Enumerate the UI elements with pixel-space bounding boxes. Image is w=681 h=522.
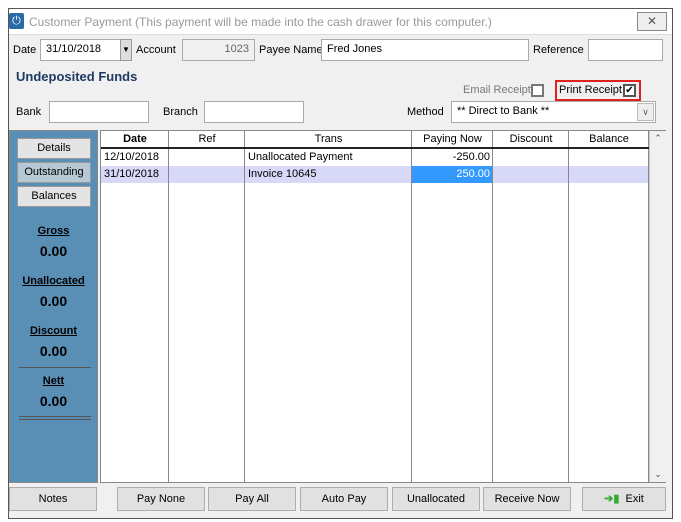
nett-label: Nett — [42, 375, 65, 387]
header-trans[interactable]: Trans — [245, 131, 412, 149]
column — [245, 131, 412, 482]
title-bar: ⏻ Customer Payment (This payment will be… — [9, 9, 672, 35]
row-2-trans[interactable]: Invoice 10645 — [245, 166, 412, 183]
row-2-discount[interactable] — [493, 166, 569, 183]
column — [101, 131, 169, 482]
pay-all-button[interactable]: Pay All — [208, 487, 296, 511]
unallocated-value: 0.00 — [39, 293, 68, 309]
scroll-up-icon[interactable]: ⌃ — [650, 133, 666, 144]
payee-name-label: Payee Name — [259, 44, 323, 56]
method-select[interactable]: ** Direct to Bank ** — [451, 101, 656, 123]
column — [569, 131, 649, 482]
account-field: 1023 — [182, 39, 255, 61]
discount-label: Discount — [29, 325, 78, 337]
row-2-balance[interactable] — [569, 166, 649, 183]
date-label: Date — [13, 44, 37, 56]
method-value: ** Direct to Bank ** — [457, 105, 550, 117]
method-label: Method — [407, 106, 444, 118]
exit-label: Exit — [625, 493, 644, 505]
app-power-icon: ⏻ — [9, 13, 24, 29]
balances-button[interactable]: Balances — [17, 186, 91, 207]
gross-value: 0.00 — [39, 243, 68, 259]
header-ref[interactable]: Ref — [169, 131, 245, 149]
branch-label: Branch — [163, 106, 198, 118]
vertical-scrollbar[interactable]: ⌃ ⌄ — [649, 131, 666, 482]
column — [493, 131, 569, 482]
print-receipt-label: Print Receipt — [559, 84, 622, 96]
gross-label: Gross — [37, 225, 70, 237]
email-receipt-label: Email Receipt — [463, 84, 531, 96]
row-1-date[interactable]: 12/10/2018 — [101, 149, 169, 166]
double-divider — [19, 416, 91, 420]
reference-field[interactable] — [588, 39, 663, 61]
auto-pay-button[interactable]: Auto Pay — [300, 487, 388, 511]
discount-value: 0.00 — [39, 343, 68, 359]
date-field[interactable]: 31/10/2018 — [40, 39, 121, 61]
email-receipt-checkbox[interactable] — [531, 84, 544, 97]
column — [412, 131, 493, 482]
outstanding-button[interactable]: Outstanding — [17, 162, 91, 183]
column — [169, 131, 245, 482]
header-balance[interactable]: Balance — [569, 131, 649, 149]
nett-value: 0.00 — [39, 393, 68, 409]
row-2-paying-now[interactable]: 250.00 — [412, 166, 493, 183]
account-label: Account — [136, 44, 176, 56]
header-discount[interactable]: Discount — [493, 131, 569, 149]
pay-none-button[interactable]: Pay None — [117, 487, 205, 511]
header-date[interactable]: Date — [101, 131, 169, 149]
row-1-ref[interactable] — [169, 149, 245, 166]
close-button[interactable]: ✕ — [637, 12, 667, 31]
header-paying-now[interactable]: Paying Now — [412, 131, 493, 149]
row-2-date[interactable]: 31/10/2018 — [101, 166, 169, 183]
details-button[interactable]: Details — [17, 138, 91, 159]
row-1-balance[interactable] — [569, 149, 649, 166]
exit-button[interactable]: ➔▮ Exit — [582, 487, 666, 511]
print-receipt-checkbox[interactable]: ✔ — [623, 84, 636, 97]
bank-label: Bank — [16, 106, 42, 118]
method-chevron-down-icon[interactable]: ∨ — [637, 103, 654, 121]
unallocated-label: Unallocated — [22, 275, 85, 287]
divider — [19, 367, 91, 368]
row-1-trans[interactable]: Unallocated Payment — [245, 149, 412, 166]
reference-label: Reference — [533, 44, 584, 56]
branch-field[interactable] — [204, 101, 304, 123]
section-title: Undeposited Funds — [16, 69, 138, 84]
payee-name-field[interactable]: Fred Jones — [321, 39, 529, 61]
unallocated-button[interactable]: Unallocated — [392, 487, 480, 511]
date-dropdown-icon[interactable]: ▼ — [120, 39, 132, 61]
notes-button[interactable]: Notes — [9, 487, 97, 511]
summary-panel: Details Outstanding Balances Gross 0.00 … — [9, 130, 98, 483]
window-title: Customer Payment (This payment will be m… — [29, 15, 492, 29]
row-1-paying-now[interactable]: -250.00 — [412, 149, 493, 166]
receive-now-button[interactable]: Receive Now — [483, 487, 571, 511]
scroll-down-icon[interactable]: ⌄ — [650, 469, 666, 480]
row-2-ref[interactable] — [169, 166, 245, 183]
transactions-table: Date Ref Trans Paying Now Discount Balan… — [100, 130, 666, 483]
row-1-discount[interactable] — [493, 149, 569, 166]
bank-field[interactable] — [49, 101, 149, 123]
exit-door-icon: ➔▮ — [604, 493, 620, 505]
